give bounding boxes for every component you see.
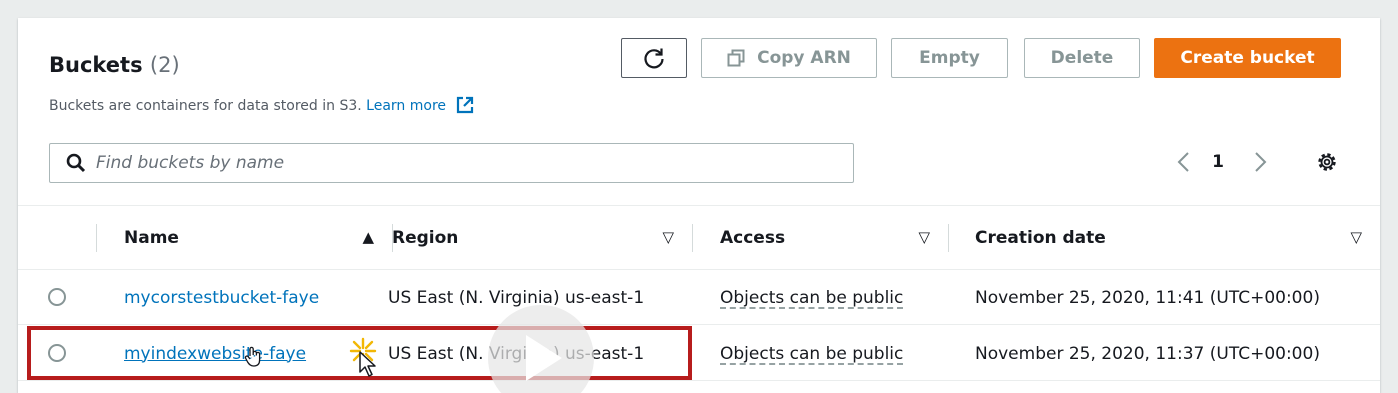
external-link-icon[interactable] — [456, 96, 474, 114]
column-header-creation-date[interactable]: Creation date ▽ — [975, 206, 1380, 269]
sort-icon[interactable]: ▽ — [662, 228, 674, 246]
table-row[interactable]: mycorstestbucket-faye US East (N. Virgin… — [18, 270, 1380, 325]
table-header: Name ▲ Region ▽ Access ▽ Creation date ▽ — [18, 205, 1380, 270]
bucket-creation-date: November 25, 2020, 11:37 (UTC+00:00) — [975, 343, 1320, 364]
bucket-name-link[interactable]: mycorstestbucket-faye — [124, 270, 319, 325]
refresh-button[interactable] — [621, 38, 687, 78]
delete-button[interactable]: Delete — [1024, 38, 1140, 78]
mouse-pointer-icon — [359, 351, 376, 377]
sort-icon[interactable]: ▽ — [1350, 228, 1362, 246]
sort-icon[interactable]: ▽ — [918, 228, 930, 246]
column-label-access: Access — [720, 227, 786, 248]
column-label-region: Region — [392, 227, 459, 248]
copy-arn-button[interactable]: Copy ARN — [701, 38, 877, 78]
search-input[interactable] — [96, 153, 796, 173]
column-divider — [948, 224, 949, 252]
next-page-button[interactable] — [1246, 146, 1276, 178]
empty-button[interactable]: Empty — [891, 38, 1008, 78]
copy-arn-label: Copy ARN — [757, 48, 851, 68]
row-select-radio[interactable] — [48, 288, 66, 306]
previous-page-button[interactable] — [1168, 146, 1198, 178]
description: Buckets are containers for data stored i… — [49, 96, 474, 114]
copy-icon — [727, 49, 745, 67]
column-divider — [692, 224, 693, 252]
gear-icon — [1318, 153, 1336, 171]
learn-more-link[interactable]: Learn more — [366, 98, 446, 114]
create-bucket-button[interactable]: Create bucket — [1154, 38, 1341, 78]
page-title: Buckets (2) — [49, 53, 180, 77]
search-icon — [66, 153, 86, 173]
table-settings-button[interactable] — [1311, 146, 1343, 178]
current-page[interactable]: 1 — [1206, 146, 1230, 178]
chevron-left-icon — [1177, 152, 1189, 172]
refresh-icon — [644, 48, 664, 69]
chevron-right-icon — [1255, 152, 1267, 172]
bucket-creation-date: November 25, 2020, 11:41 (UTC+00:00) — [975, 287, 1320, 308]
description-text: Buckets are containers for data stored i… — [49, 98, 362, 114]
column-label-creation-date: Creation date — [975, 227, 1106, 248]
bucket-count: (2) — [149, 53, 180, 77]
column-header-access[interactable]: Access ▽ — [720, 206, 948, 269]
bucket-access[interactable]: Objects can be public — [720, 270, 903, 325]
title-text: Buckets — [49, 53, 143, 77]
play-icon — [526, 335, 562, 381]
hand-cursor-icon — [244, 346, 261, 367]
bucket-access[interactable]: Objects can be public — [720, 326, 903, 381]
column-label-name: Name — [124, 227, 179, 248]
sort-ascending-icon[interactable]: ▲ — [362, 228, 374, 246]
column-header-region[interactable]: Region ▽ — [392, 206, 692, 269]
search-box[interactable] — [49, 143, 854, 183]
column-header-name[interactable]: Name ▲ — [96, 206, 392, 269]
